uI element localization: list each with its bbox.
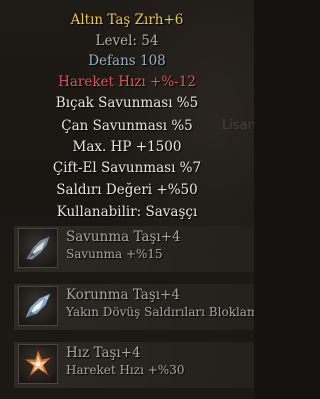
item-defense: Defans 108 xyxy=(88,53,166,69)
speed-stone-icon xyxy=(18,344,58,384)
socket-stone-slot: Hız Taşı+4 Hareket Hızı +%30 xyxy=(14,342,254,388)
defense-stone-icon xyxy=(18,228,58,268)
bonus-line: Max. HP +1500 xyxy=(72,139,182,155)
stone-name: Hız Taşı+4 xyxy=(66,345,141,361)
item-level: Level: 54 xyxy=(95,33,159,49)
bonus-line: Saldırı Değeri +%50 xyxy=(56,182,198,198)
item-title: Altın Taş Zırh+6 xyxy=(70,12,184,28)
stone-effect: Yakın Dövüş Saldırıları Bloklama xyxy=(66,305,254,319)
bonus-line: Bıçak Savunması %5 xyxy=(55,95,199,111)
stone-effect: Savunma +%15 xyxy=(66,247,163,261)
protection-stone-icon xyxy=(18,286,58,326)
bonus-line: Çan Savunması %5 xyxy=(61,118,193,134)
stone-name: Savunma Taşı+4 xyxy=(66,229,181,245)
stone-effect: Hareket Hızı +%30 xyxy=(66,363,185,377)
bonus-line: Çift-El Savunması %7 xyxy=(52,160,202,176)
usable-by-class: Kullanabilir: Savaşçı xyxy=(56,204,198,220)
socket-stone-slot: Savunma Taşı+4 Savunma +%15 xyxy=(14,226,254,272)
stone-name: Korunma Taşı+4 xyxy=(66,287,180,303)
movement-speed-penalty: Hareket Hızı +%-12 xyxy=(58,74,196,90)
item-tooltip: Lisans Altın Taş Zırh+6 Level: 54 Defans… xyxy=(0,0,254,399)
socket-stone-slot: Korunma Taşı+4 Yakın Dövüş Saldırıları B… xyxy=(14,284,254,330)
